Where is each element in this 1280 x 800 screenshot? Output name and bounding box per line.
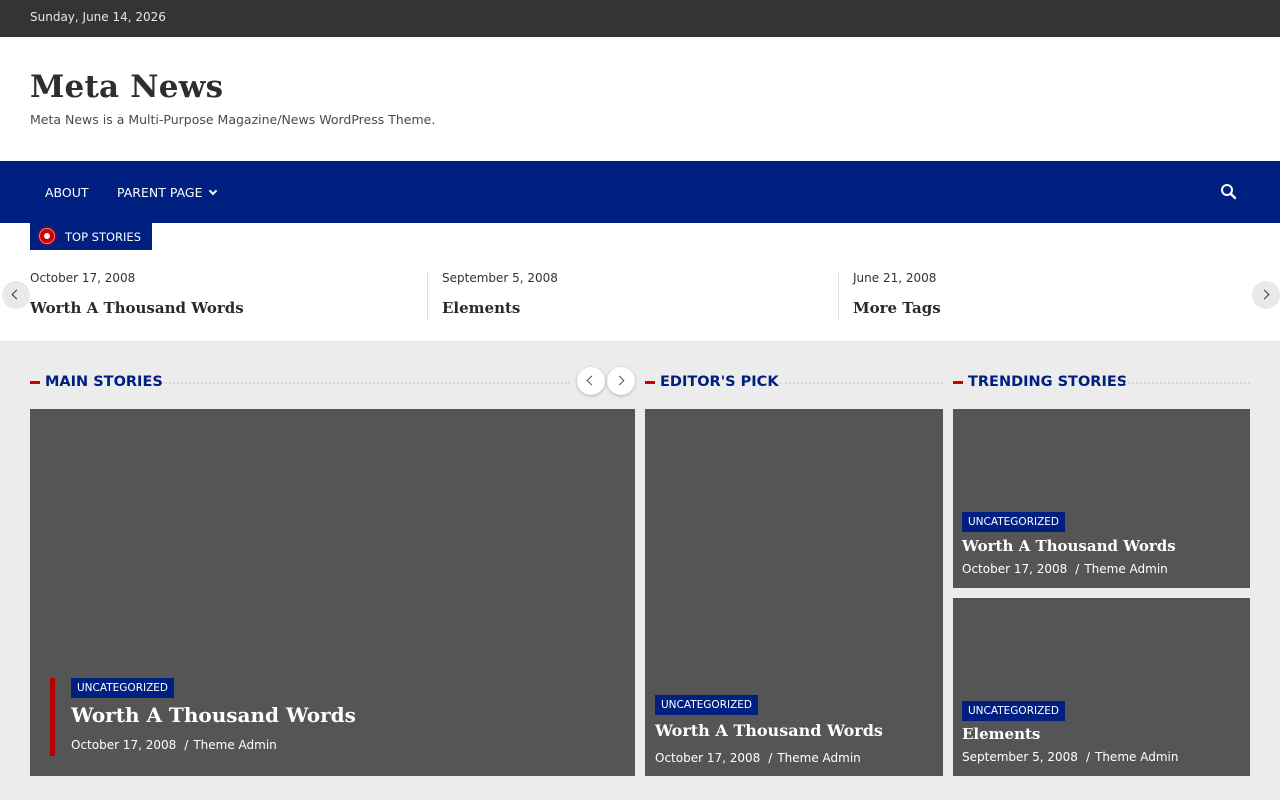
category-badge[interactable]: UNCATEGORIZED [71, 678, 174, 698]
post-author[interactable]: Theme Admin [1095, 750, 1178, 764]
category-badge[interactable]: UNCATEGORIZED [962, 512, 1065, 532]
nav-item-label: PARENT PAGE [117, 185, 203, 200]
trending-card[interactable]: UNCATEGORIZED Elements September 5, 2008… [953, 598, 1250, 776]
ticker-divider [427, 271, 428, 321]
heading-divider [1125, 382, 1250, 384]
editors-pick-card[interactable]: UNCATEGORIZED Worth A Thousand Words Oct… [645, 409, 943, 776]
post-meta: October 17, 2008 / Theme Admin [655, 751, 861, 765]
site-title[interactable]: Meta News [30, 69, 223, 105]
top-bar: Sunday, June 14, 2026 [0, 0, 1280, 37]
main-story-title[interactable]: Worth A Thousand Words [71, 703, 356, 727]
ticker-item-title[interactable]: Elements [442, 299, 832, 317]
chevron-down-icon [208, 186, 217, 196]
post-date[interactable]: October 17, 2008 [71, 738, 176, 752]
search-icon[interactable] [1218, 181, 1240, 203]
main-nav: ABOUT PARENT PAGE [0, 161, 1280, 223]
trending-post-title[interactable]: Worth A Thousand Words [962, 537, 1176, 555]
post-meta: September 5, 2008 / Theme Admin [962, 750, 1178, 764]
editors-pick-heading: EDITOR'S PICK [645, 373, 943, 393]
live-dot-icon [39, 228, 55, 244]
site-tagline: Meta News is a Multi-Purpose Magazine/Ne… [30, 112, 436, 127]
ticker-item-title[interactable]: Worth A Thousand Words [30, 299, 420, 317]
current-date: Sunday, June 14, 2026 [30, 10, 166, 24]
heading-accent [645, 381, 655, 384]
ticker-item[interactable]: September 5, 2008 Elements [442, 271, 832, 321]
chevron-right-icon [614, 375, 625, 386]
editors-pick-post-title[interactable]: Worth A Thousand Words [655, 721, 883, 740]
heading-divider [162, 382, 570, 384]
meta-separator: / [184, 738, 189, 752]
chevron-left-icon [11, 289, 22, 300]
ticker-divider [838, 271, 839, 321]
main-story-card[interactable]: UNCATEGORIZED Worth A Thousand Words Oct… [30, 409, 635, 776]
post-date[interactable]: October 17, 2008 [655, 751, 760, 765]
chevron-left-icon [586, 375, 597, 386]
trending-stories-heading: TRENDING STORIES [953, 373, 1250, 393]
ticker-item-date[interactable]: June 21, 2008 [853, 271, 1243, 285]
nav-item-parent-page[interactable]: PARENT PAGE [117, 185, 217, 200]
ticker-prev-button[interactable] [2, 281, 30, 309]
site-header: Meta News Meta News is a Multi-Purpose M… [0, 37, 1280, 161]
meta-separator: / [1075, 562, 1080, 576]
top-stories-label: TOP STORIES [65, 230, 141, 244]
main-stories-title: MAIN STORIES [45, 374, 163, 390]
chevron-right-icon [1259, 289, 1270, 300]
trending-card[interactable]: UNCATEGORIZED Worth A Thousand Words Oct… [953, 409, 1250, 588]
ticker-item[interactable]: June 21, 2008 More Tags [853, 271, 1243, 321]
ticker-item-title[interactable]: More Tags [853, 299, 1243, 317]
editors-pick-title: EDITOR'S PICK [660, 374, 779, 390]
category-badge[interactable]: UNCATEGORIZED [655, 695, 758, 715]
post-meta: October 17, 2008 / Theme Admin [71, 738, 277, 752]
meta-separator: / [768, 751, 773, 765]
main-stories-heading: MAIN STORIES [30, 373, 570, 393]
nav-item-about[interactable]: ABOUT [45, 185, 89, 200]
main-stories-prev-button[interactable] [577, 367, 605, 395]
post-date[interactable]: October 17, 2008 [962, 562, 1067, 576]
top-stories-ticker: TOP STORIES October 17, 2008 Worth A Tho… [0, 223, 1280, 342]
ticker-item-date[interactable]: October 17, 2008 [30, 271, 420, 285]
post-meta: October 17, 2008 / Theme Admin [962, 562, 1168, 576]
main-story-accent [50, 678, 55, 756]
trending-post-title[interactable]: Elements [962, 725, 1040, 743]
heading-accent [953, 381, 963, 384]
post-date[interactable]: September 5, 2008 [962, 750, 1078, 764]
post-author[interactable]: Theme Admin [1084, 562, 1167, 576]
trending-stories-title: TRENDING STORIES [968, 374, 1128, 390]
category-badge[interactable]: UNCATEGORIZED [962, 701, 1065, 721]
top-stories-badge: TOP STORIES [30, 223, 152, 250]
meta-separator: / [1085, 750, 1090, 764]
ticker-item-date[interactable]: September 5, 2008 [442, 271, 832, 285]
post-author[interactable]: Theme Admin [193, 738, 276, 752]
post-author[interactable]: Theme Admin [777, 751, 860, 765]
ticker-next-button[interactable] [1252, 281, 1280, 309]
main-stories-next-button[interactable] [607, 367, 635, 395]
heading-divider [780, 382, 943, 384]
ticker-item[interactable]: October 17, 2008 Worth A Thousand Words [30, 271, 420, 321]
heading-accent [30, 381, 40, 384]
